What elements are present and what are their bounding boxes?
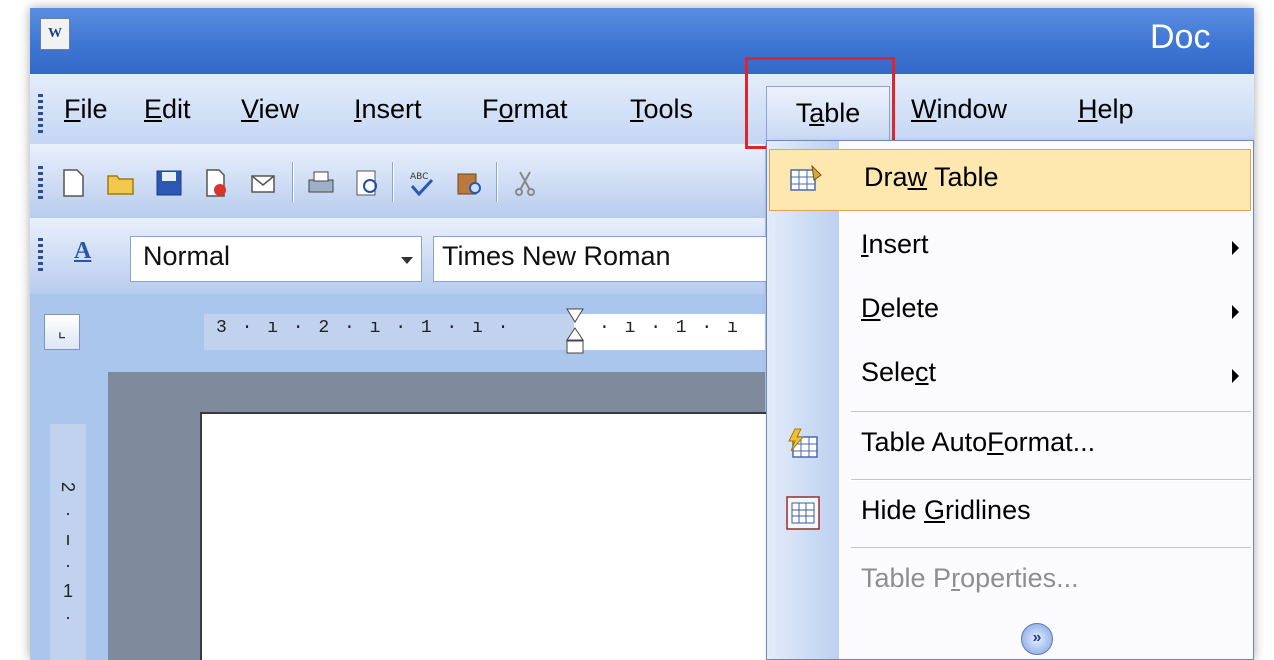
draw-table-icon xyxy=(790,164,822,191)
menu-file[interactable]: File xyxy=(64,92,108,132)
menu-edit[interactable]: Edit xyxy=(144,92,191,132)
accelerator-key: T xyxy=(630,94,644,124)
menu-separator xyxy=(851,547,1251,549)
gridlines-icon xyxy=(786,496,820,530)
table-dropdown-menu: Draw Table Insert Delete Select Table Au… xyxy=(766,140,1254,660)
menu-item-table-autoformat[interactable]: Table AutoFormat... xyxy=(767,415,1253,477)
accelerator-key: D xyxy=(861,293,881,323)
styles-formatting-icon[interactable]: A xyxy=(74,238,91,265)
save-icon[interactable] xyxy=(154,168,184,198)
menu-item-table-properties[interactable]: Table Properties... xyxy=(767,551,1253,613)
menubar-grip-icon[interactable] xyxy=(38,94,43,134)
toolbar-separator xyxy=(392,162,393,202)
window-title: Doc xyxy=(1150,18,1211,56)
menu-format[interactable]: Format xyxy=(482,92,568,132)
menu-label: Insert xyxy=(861,229,929,259)
accelerator-key: F xyxy=(987,427,1004,457)
vruler-tick: ı xyxy=(65,529,71,549)
submenu-arrow-icon xyxy=(1232,305,1239,319)
chevron-double-down-icon[interactable]: » xyxy=(1021,623,1053,655)
vruler-tick: · xyxy=(65,607,71,627)
menu-item-delete[interactable]: Delete xyxy=(767,281,1253,343)
document-background xyxy=(108,372,767,660)
menu-help[interactable]: Help xyxy=(1078,92,1134,132)
toolbar-grip-icon[interactable] xyxy=(38,238,43,274)
menu-label: Select xyxy=(861,357,937,387)
vruler-tick: 2 xyxy=(58,481,78,492)
annotation-highlight-box xyxy=(745,57,895,149)
formatting-toolbar: A Normal Times New Roman xyxy=(30,218,775,294)
document-area: ⌞ 3 · ı · 2 · ı · 1 · ı · · ı · 1 · ı 2 … xyxy=(30,294,767,660)
cut-icon[interactable] xyxy=(510,168,540,198)
vertical-ruler-numbers: 2 · ı · 1 · xyxy=(58,474,78,630)
menu-tools[interactable]: Tools xyxy=(630,92,693,132)
menu-label: Delete xyxy=(861,293,940,323)
standard-toolbar: ABC xyxy=(30,144,765,219)
permission-icon[interactable] xyxy=(200,168,230,198)
horizontal-ruler[interactable]: 3 · ı · 2 · ı · 1 · ı · · ı · 1 · ı xyxy=(204,308,765,354)
menu-label: Draw Table xyxy=(864,162,999,192)
menu-item-select[interactable]: Select xyxy=(767,345,1253,407)
accelerator-key: c xyxy=(915,357,929,387)
menu-separator xyxy=(851,411,1251,413)
vertical-ruler[interactable]: 2 · ı · 1 · xyxy=(50,424,86,660)
ruler-numbers-right: · ı · 1 · ı xyxy=(599,318,740,338)
menu-insert[interactable]: Insert xyxy=(354,92,422,132)
open-folder-icon[interactable] xyxy=(106,168,136,198)
menu-bar: File Edit View Insert Format Tools Table… xyxy=(30,74,1254,144)
menu-item-draw-table[interactable]: Draw Table xyxy=(769,149,1251,211)
font-value: Times New Roman xyxy=(442,241,671,271)
autoformat-icon xyxy=(788,428,818,458)
svg-text:ABC: ABC xyxy=(410,172,428,182)
menu-label: Hide Gridlines xyxy=(861,495,1031,525)
vruler-tick: · xyxy=(65,555,71,575)
vruler-tick: · xyxy=(65,503,71,523)
accelerator-key: V xyxy=(241,94,259,124)
menu-item-hide-gridlines[interactable]: Hide Gridlines xyxy=(767,483,1253,545)
toolbar-separator xyxy=(292,162,293,202)
accelerator-key: F xyxy=(64,94,81,124)
document-page[interactable] xyxy=(200,412,767,660)
menu-label: Table Properties... xyxy=(861,563,1079,593)
menu-window[interactable]: Window xyxy=(911,92,1007,132)
menu-label: Table AutoFormat... xyxy=(861,427,1096,457)
print-icon[interactable] xyxy=(306,168,336,198)
vruler-tick: 1 xyxy=(62,581,73,601)
menu-item-insert[interactable]: Insert xyxy=(767,217,1253,279)
spelling-grammar-icon[interactable]: ABC xyxy=(406,168,436,198)
ruler-numbers-left: 3 · ı · 2 · ı · 1 · ı · xyxy=(216,318,511,338)
print-preview-icon[interactable] xyxy=(352,168,382,198)
indent-marker-icon[interactable] xyxy=(566,308,584,360)
font-dropdown[interactable]: Times New Roman xyxy=(433,236,775,282)
word-app-icon[interactable]: W xyxy=(40,18,70,50)
accelerator-key: W xyxy=(911,94,937,124)
title-bar: W Doc xyxy=(30,8,1254,74)
email-icon[interactable] xyxy=(248,168,278,198)
style-value: Normal xyxy=(143,241,231,271)
menu-view[interactable]: View xyxy=(241,92,299,132)
accelerator-key: I xyxy=(861,229,869,259)
accelerator-key: E xyxy=(144,94,163,124)
accelerator-key: I xyxy=(354,94,362,124)
accelerator-key: o xyxy=(498,94,514,124)
toolbar-separator xyxy=(496,162,497,202)
accelerator-key: H xyxy=(1078,94,1098,124)
new-document-icon[interactable] xyxy=(58,168,88,198)
research-icon[interactable] xyxy=(454,168,484,198)
accelerator-key: G xyxy=(924,495,946,525)
tab-selector-button[interactable]: ⌞ xyxy=(44,314,80,350)
chevron-down-icon[interactable] xyxy=(401,257,413,264)
accelerator-key: r xyxy=(951,563,961,593)
word-window: W Doc File Edit View Insert Format Tools… xyxy=(30,8,1254,660)
menu-separator xyxy=(851,479,1251,481)
accelerator-key: w xyxy=(907,162,928,192)
submenu-arrow-icon xyxy=(1232,241,1239,255)
submenu-arrow-icon xyxy=(1232,369,1239,383)
toolbar-grip-icon[interactable] xyxy=(38,166,43,202)
style-dropdown[interactable]: Normal xyxy=(130,236,422,282)
